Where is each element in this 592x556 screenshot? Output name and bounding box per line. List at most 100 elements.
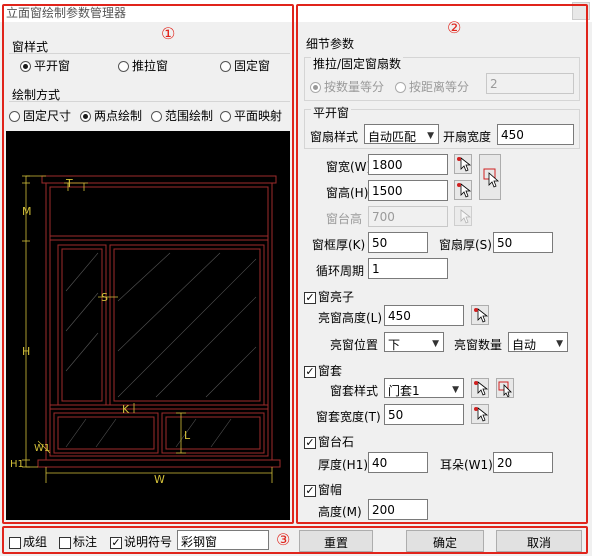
casing-style-label: 窗套样式 — [330, 384, 379, 398]
dim-label-l: L — [184, 429, 191, 442]
sill-height-label: 窗台高 — [326, 212, 363, 226]
width-label: 窗宽(W) — [326, 160, 372, 174]
lower-pane-right — [161, 412, 265, 454]
casing-width-label: 窗套宽度(T) — [316, 410, 381, 424]
radio-dot — [80, 111, 91, 122]
left-sash — [57, 244, 107, 406]
pick-cursor-icon[interactable] — [454, 180, 472, 200]
dim-label-h1: H1 — [10, 459, 24, 470]
radio-fixed-size[interactable]: 固定尺寸 — [9, 107, 71, 124]
pick-cursor-icon[interactable] — [471, 305, 489, 325]
dim-label-m: M — [22, 205, 32, 218]
chevron-down-icon: ▼ — [556, 339, 563, 349]
transom-position-select[interactable]: 下 ▼ — [384, 332, 444, 352]
group-checkbox[interactable]: 成组 — [9, 533, 47, 550]
radio-equal-count[interactable]: 按数量等分 — [310, 78, 384, 95]
hood-shape — [41, 175, 277, 184]
marker-2: ② — [447, 18, 462, 37]
pick-range-icon[interactable] — [479, 154, 501, 200]
reset-button[interactable]: 重置 — [299, 530, 373, 552]
radio-sliding[interactable]: 推拉窗 — [118, 57, 168, 74]
transom-count-select[interactable]: 自动 ▼ — [508, 332, 568, 352]
sash-style-select[interactable]: 自动匹配 ▼ — [364, 124, 439, 144]
fixed-pane — [109, 244, 265, 406]
checkbox-box — [9, 536, 21, 549]
check-icon: ✓ — [304, 435, 316, 449]
radio-dot — [220, 61, 231, 72]
sill-stone-checkbox[interactable]: ✓ 窗台石 — [304, 433, 354, 450]
radio-two-point[interactable]: 两点绘制 — [80, 107, 142, 124]
hood-height-label: 高度(M) — [318, 505, 362, 519]
dim-label-w: W — [154, 473, 165, 486]
radio-casement[interactable]: 平开窗 — [20, 57, 70, 74]
transom-height-label: 亮窗高度(L) — [318, 311, 383, 325]
dim-label-h: H — [22, 345, 30, 358]
checkbox-box — [59, 536, 71, 549]
chevron-down-icon: ▼ — [427, 131, 434, 141]
radio-range[interactable]: 范围绘制 — [151, 107, 213, 124]
cycle-label: 循环周期 — [316, 264, 365, 278]
sash-width-input[interactable]: 450 — [497, 124, 574, 145]
annotate-checkbox[interactable]: 标注 — [59, 533, 97, 550]
cancel-button[interactable]: 取消 — [496, 530, 582, 552]
dim-label-t: T — [65, 177, 73, 190]
marker-3: ③ — [276, 530, 291, 549]
radio-dot — [151, 111, 162, 122]
pick-cursor-icon[interactable] — [471, 404, 489, 424]
casing-width-input[interactable]: 50 — [384, 404, 464, 425]
divider — [9, 53, 290, 54]
outer-frame — [45, 182, 273, 461]
marker-1: ① — [161, 24, 176, 43]
pick-range-icon[interactable] — [496, 378, 514, 398]
divider — [9, 101, 290, 102]
transom-count-label: 亮窗数量 — [454, 338, 503, 352]
height-label: 窗高(H) — [326, 186, 369, 200]
preview-canvas: T M S H K L W1 H1 W — [6, 131, 290, 520]
check-icon: ✓ — [304, 290, 316, 304]
frame-thick-input[interactable]: 50 — [368, 232, 428, 253]
sash-thick-input[interactable]: 50 — [493, 232, 553, 253]
sash-count-input[interactable]: 2 — [486, 73, 574, 94]
check-icon: ✓ — [110, 535, 122, 549]
chevron-down-icon: ▼ — [432, 339, 439, 349]
push-fixed-title: 推拉/固定窗扇数 — [311, 55, 404, 72]
ok-button[interactable]: 确定 — [406, 530, 484, 552]
sill-thick-input[interactable]: 40 — [368, 452, 428, 473]
pick-cursor-icon[interactable] — [471, 378, 489, 398]
pick-cursor-icon[interactable] — [454, 206, 472, 226]
casement-title: 平开窗 — [311, 104, 352, 121]
radio-equal-distance[interactable]: 按距离等分 — [395, 78, 469, 95]
chevron-down-icon: ▼ — [452, 385, 459, 395]
window-preview-drawing: T M S H K L W1 H1 W — [10, 175, 281, 486]
symbol-checkbox[interactable]: ✓ 说明符号 — [110, 533, 172, 550]
check-icon: ✓ — [304, 483, 316, 497]
hood-checkbox[interactable]: ✓ 窗帽 — [304, 481, 342, 498]
width-input[interactable]: 1800 — [368, 154, 448, 175]
dim-label-w1: W1 — [34, 443, 50, 454]
radio-plan-mapping[interactable]: 平面映射 — [220, 107, 282, 124]
sill-ear-label: 耳朵(W1) — [440, 458, 493, 472]
casing-style-select[interactable]: 门套1 ▼ — [384, 378, 464, 398]
check-icon: ✓ — [304, 364, 316, 378]
radio-dot — [118, 61, 129, 72]
dim-label-k: K — [122, 403, 130, 416]
cycle-input[interactable]: 1 — [368, 258, 448, 279]
radio-fixed[interactable]: 固定窗 — [220, 57, 270, 74]
radio-dot — [395, 82, 406, 93]
radio-dot — [9, 111, 20, 122]
casing-checkbox[interactable]: ✓ 窗套 — [304, 362, 342, 379]
symbol-input[interactable]: 彩钢窗 — [177, 530, 269, 550]
sash-style-label: 窗扇样式 — [310, 130, 359, 144]
sill-height-input[interactable]: 700 — [368, 206, 448, 227]
pick-cursor-icon[interactable] — [454, 154, 472, 174]
transom-checkbox[interactable]: ✓ 窗亮子 — [304, 288, 354, 305]
hood-height-input[interactable]: 200 — [368, 499, 428, 520]
height-input[interactable]: 1500 — [368, 180, 448, 201]
radio-dot — [20, 61, 31, 72]
frame-thick-label: 窗框厚(K) — [312, 238, 366, 252]
radio-dot — [310, 82, 321, 93]
dim-label-s: S — [101, 291, 108, 304]
sill-ear-input[interactable]: 20 — [493, 452, 553, 473]
radio-dot — [220, 111, 231, 122]
transom-height-input[interactable]: 450 — [384, 305, 464, 326]
